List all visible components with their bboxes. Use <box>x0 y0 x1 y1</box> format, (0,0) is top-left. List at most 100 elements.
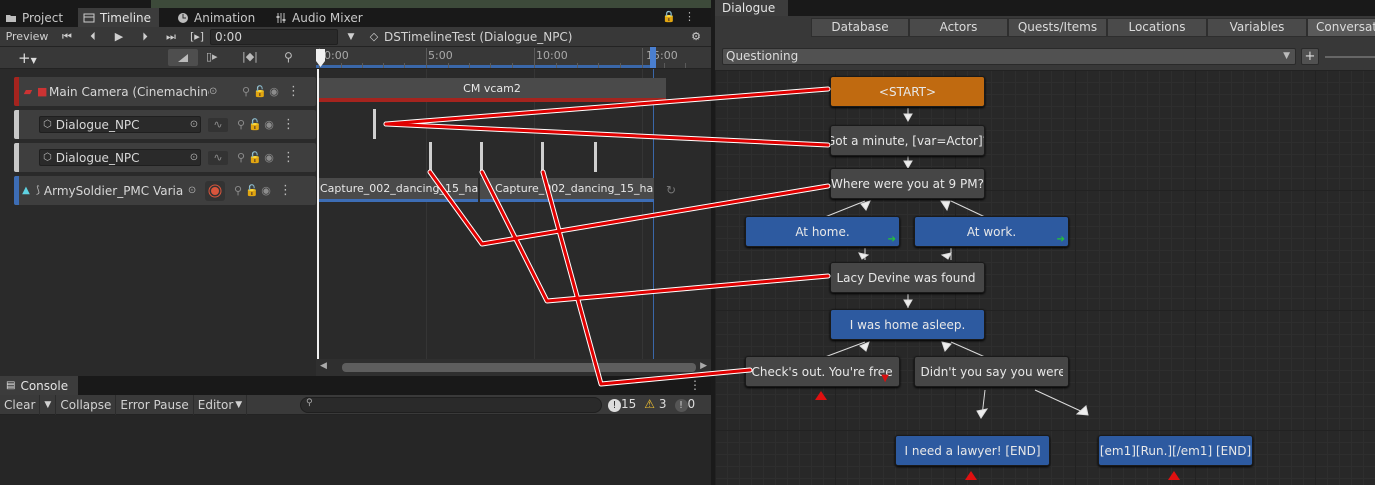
object-field[interactable]: ⬡ Dialogue_NPC ⊙ <box>39 149 201 166</box>
node-start[interactable]: <START> <box>830 76 985 107</box>
lock-icon[interactable]: 🔓 <box>248 151 262 165</box>
add-track-icon[interactable]: +▼ <box>18 49 37 67</box>
clip-edit-mode-icon[interactable]: ▯▸ <box>206 50 218 63</box>
snap-toggle-icon[interactable] <box>168 49 198 66</box>
lock-icon[interactable]: 🔓 <box>253 85 267 99</box>
object-picker-icon[interactable]: ⊙ <box>188 185 196 196</box>
nav-quests-items[interactable]: Quests/Items <box>1008 18 1107 37</box>
dialogue-marker[interactable] <box>594 142 597 172</box>
error-pause-button[interactable]: Error Pause <box>116 394 194 415</box>
go-to-start-icon[interactable]: ⏮ <box>54 27 80 46</box>
dialogue-marker[interactable] <box>480 142 483 172</box>
dialogue-marker[interactable] <box>373 109 376 139</box>
pin-icon[interactable]: ⚲ <box>239 85 253 99</box>
tracks-area[interactable]: CM vcam2 Capture_002_dancing_15_hand. Ca… <box>316 69 711 359</box>
ripple-mode-icon[interactable]: |◆| <box>242 50 258 63</box>
node-where-were-you[interactable]: Where were you at 9 PM? <box>830 168 985 199</box>
lock-icon[interactable]: 🔓 <box>248 118 262 132</box>
collapse-button[interactable]: Collapse <box>56 394 117 415</box>
node-lacy-devine[interactable]: Lacy Devine was found dead <box>830 262 985 293</box>
animation-clip[interactable]: Capture_002_dancing_15_hand. <box>318 178 478 202</box>
track-header-camera[interactable]: ▰ ■ Main Camera (Cinemachine ⊙ ⚲ 🔓 ◉ ⋮ <box>14 77 316 106</box>
tab-project[interactable]: Project <box>0 8 71 27</box>
time-dropdown-icon[interactable]: ▼ <box>338 27 364 46</box>
curves-icon[interactable]: ∿ <box>208 150 228 165</box>
scroll-left-icon[interactable]: ◀ <box>320 361 327 371</box>
object-picker-icon[interactable]: ⊙ <box>190 152 198 163</box>
track-menu-icon[interactable]: ⋮ <box>282 151 295 164</box>
track-menu-icon[interactable]: ⋮ <box>287 85 300 98</box>
object-picker-icon[interactable]: ⊙ <box>209 86 227 97</box>
tab-dialogue[interactable]: Dialogue <box>715 0 788 16</box>
console-search-input[interactable]: ⚲ <box>300 397 602 413</box>
time-input[interactable]: 0:00 <box>210 28 338 45</box>
lock-icon[interactable]: 🔒 <box>662 10 676 23</box>
info-count-toggle[interactable]: ! 15 <box>608 397 636 412</box>
curves-icon[interactable]: ∿ <box>208 117 228 132</box>
pin-icon[interactable]: ⚲ <box>234 151 248 165</box>
play-icon[interactable]: ▶ <box>106 27 132 46</box>
node-run[interactable]: [em1][Run.][/em1] [END] <box>1098 435 1253 466</box>
track-header-dialogue-2[interactable]: ⬡ Dialogue_NPC ⊙ ∿ ⚲ 🔓 ◉ ⋮ <box>14 143 316 172</box>
tab-animation[interactable]: Animation <box>172 8 263 27</box>
nav-variables[interactable]: Variables <box>1207 18 1307 37</box>
camera-clip[interactable]: CM vcam2 <box>318 78 666 102</box>
clear-dropdown-icon[interactable]: ▼ <box>40 394 57 415</box>
tab-audio-mixer[interactable]: Audio Mixer <box>270 8 371 27</box>
object-picker-icon[interactable]: ⊙ <box>190 119 198 130</box>
go-to-end-icon[interactable]: ⏭ <box>158 27 184 46</box>
preview-button[interactable]: Preview <box>0 27 54 46</box>
node-didnt-you-say[interactable]: Didn't you say you were at <box>914 356 1069 387</box>
clear-button[interactable]: Clear <box>0 394 41 415</box>
error-count-toggle[interactable]: ! 0 <box>674 397 695 412</box>
nav-actors[interactable]: Actors <box>909 18 1008 37</box>
track-header-dialogue-1[interactable]: ⬡ Dialogue_NPC ⊙ ∿ ⚲ 🔓 ◉ ⋮ <box>14 110 316 139</box>
timeline-scrollbar[interactable]: ◀ ▶ <box>316 359 711 376</box>
previous-frame-icon[interactable]: ⏴ <box>80 27 106 46</box>
range-icon[interactable]: [▸] <box>184 27 210 46</box>
scroll-thumb[interactable] <box>342 363 696 372</box>
scroll-right-icon[interactable]: ▶ <box>700 361 707 371</box>
track-menu-icon[interactable]: ⋮ <box>279 184 292 197</box>
dialogue-marker[interactable] <box>541 142 544 172</box>
dialogue-marker[interactable] <box>429 142 432 172</box>
node-got-a-minute[interactable]: Got a minute, [var=Actor]? <box>830 125 985 156</box>
node-checks-out[interactable]: Check's out. You're free t ▼ <box>745 356 900 387</box>
time-ruler[interactable]: 0:00 5:00 10:00 15:00 <box>316 47 711 69</box>
visibility-icon[interactable]: ◉ <box>267 85 281 99</box>
record-icon[interactable] <box>205 180 225 201</box>
pin-icon[interactable]: ⚲ <box>284 50 293 64</box>
visibility-icon[interactable]: ◉ <box>259 184 273 198</box>
object-field[interactable]: ⬡ Dialogue_NPC ⊙ <box>39 116 201 133</box>
visibility-icon[interactable]: ◉ <box>262 151 276 165</box>
visibility-icon[interactable]: ◉ <box>262 118 276 132</box>
lock-icon[interactable]: 🔓 <box>245 184 259 198</box>
editor-dropdown[interactable]: Editor ▼ <box>194 394 248 415</box>
gear-icon[interactable]: ⚙ <box>687 27 705 46</box>
track-header-animation[interactable]: ▲ ⟆ ArmySoldier_PMC Varia ⊙ ⚲ 🔓 ◉ ⋮ <box>14 176 316 205</box>
playhead-handle[interactable] <box>316 47 325 68</box>
nav-database[interactable]: Database <box>811 18 909 37</box>
more-menu-icon[interactable]: ⋮ <box>689 378 701 392</box>
object-field[interactable]: ⟆ ArmySoldier_PMC Varia ⊙ <box>33 182 199 199</box>
animation-clip[interactable]: Capture_002_dancing_15_hand. <box>480 178 654 202</box>
pin-icon[interactable]: ⚲ <box>231 184 245 198</box>
node-home-asleep[interactable]: I was home asleep. <box>830 309 985 340</box>
node-at-home[interactable]: At home. ➔ <box>745 216 900 247</box>
node-at-work[interactable]: At work. ➔ <box>914 216 1069 247</box>
next-frame-icon[interactable]: ⏵ <box>132 27 158 46</box>
node-canvas[interactable]: <START> Got a minute, [var=Actor]? Where… <box>715 70 1375 485</box>
track-menu-icon[interactable]: ⋮ <box>282 118 295 131</box>
console-log-area[interactable] <box>0 415 711 485</box>
node-lawyer[interactable]: I need a lawyer! [END] <box>895 435 1050 466</box>
nav-conversations[interactable]: Conversat <box>1307 18 1375 37</box>
zoom-slider[interactable] <box>1325 56 1375 58</box>
add-conversation-button[interactable]: + <box>1301 48 1319 65</box>
pin-icon[interactable]: ⚲ <box>234 118 248 132</box>
more-menu-icon[interactable]: ⋮ <box>684 10 695 23</box>
nav-locations[interactable]: Locations <box>1107 18 1207 37</box>
warning-count-toggle[interactable]: ⚠ 3 <box>644 397 666 412</box>
tab-console[interactable]: ▤ Console <box>0 376 78 395</box>
conversation-dropdown[interactable]: Questioning ▼ <box>722 48 1296 65</box>
end-marker[interactable] <box>650 47 656 68</box>
